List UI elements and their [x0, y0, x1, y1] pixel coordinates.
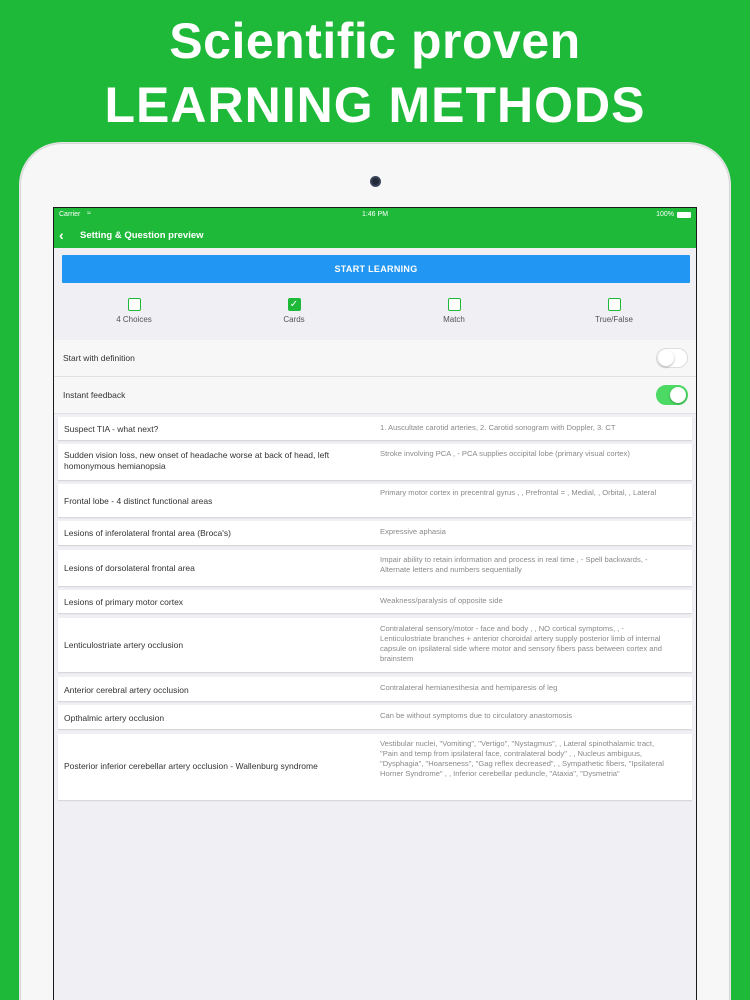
mode-label: Cards	[283, 315, 305, 324]
card-definition: Contralateral sensory/motor - face and b…	[380, 624, 662, 663]
checkbox-cards[interactable]: ✓	[287, 298, 301, 311]
mode-4-choices[interactable]: 4 Choices	[74, 298, 194, 324]
checkbox-match[interactable]	[447, 298, 461, 311]
app-screen: Carrier ≈ 1:46 PM 100% ‹ Setting & Quest…	[53, 207, 697, 1000]
nav-bar: ‹ Setting & Question preview	[54, 223, 696, 248]
list-item[interactable]: Frontal lobe - 4 distinct functional are…	[58, 484, 692, 517]
mode-match[interactable]: Match	[394, 298, 514, 324]
list-item[interactable]: Sudden vision loss, new onset of headach…	[58, 444, 692, 480]
card-term: Anterior cerebral artery occlusion	[64, 685, 189, 695]
card-definition: Weakness/paralysis of opposite side	[380, 596, 503, 605]
mode-true-false[interactable]: True/False	[554, 298, 674, 324]
checkbox-4-choices[interactable]	[127, 298, 141, 311]
list-item[interactable]: Lesions of inferolateral frontal area (B…	[58, 521, 692, 545]
card-definition: 1. Auscultate carotid arteries, 2. Carot…	[380, 423, 616, 432]
list-item[interactable]: Lesions of dorsolateral frontal area Imp…	[58, 550, 692, 586]
status-time: 1:46 PM	[361, 211, 389, 218]
card-definition: Can be without symptoms due to circulato…	[380, 711, 573, 720]
card-term: Opthalmic artery occlusion	[64, 713, 165, 723]
card-term: Frontal lobe - 4 distinct functional are…	[64, 496, 213, 506]
card-definition: Expressive aphasia	[380, 527, 446, 536]
card-term: Lesions of primary motor cortex	[64, 597, 184, 607]
card-definition: Vestibular nuclei, "Vomiting", "Vertigo"…	[380, 739, 664, 778]
mode-label: 4 Choices	[116, 315, 152, 324]
status-bar: Carrier ≈ 1:46 PM 100%	[54, 208, 696, 223]
mode-selector: 4 Choices ✓ Cards Match True/False	[54, 298, 696, 338]
page-title: Setting & Question preview	[80, 230, 204, 241]
setting-label: Instant feedback	[63, 390, 126, 400]
chevron-left-icon[interactable]: ‹	[59, 227, 73, 243]
mode-cards[interactable]: ✓ Cards	[234, 298, 354, 324]
list-item[interactable]: Suspect TIA - what next? 1. Auscultate c…	[58, 417, 692, 440]
battery-percent: 100%	[656, 211, 674, 218]
card-term: Posterior inferior cerebellar artery occ…	[64, 761, 318, 771]
setting-label: Start with definition	[63, 353, 135, 363]
card-term: Lesions of inferolateral frontal area (B…	[64, 528, 231, 538]
card-definition: Impair ability to retain information and…	[380, 555, 648, 574]
headline-line-1: Scientific proven	[169, 13, 581, 69]
start-with-definition-toggle[interactable]	[656, 348, 688, 368]
card-term: Lenticulostriate artery occlusion	[64, 640, 184, 650]
card-definition: Primary motor cortex in precentral gyrus…	[380, 488, 657, 497]
card-definition: Contralateral hemianesthesia and hemipar…	[380, 683, 558, 692]
mode-label: True/False	[595, 315, 633, 324]
card-term: Lesions of dorsolateral frontal area	[64, 563, 195, 573]
mode-label: Match	[443, 315, 465, 324]
list-item[interactable]: Lenticulostriate artery occlusion Contra…	[58, 618, 692, 672]
card-term: Suspect TIA - what next?	[64, 424, 159, 434]
headline-line-2: LEARNING METHODS	[104, 77, 646, 133]
list-item[interactable]: Opthalmic artery occlusion Can be withou…	[58, 705, 692, 729]
checkbox-true-false[interactable]	[607, 298, 621, 311]
tablet-frame: Carrier ≈ 1:46 PM 100% ‹ Setting & Quest…	[20, 143, 730, 1000]
card-definition: Stroke involving PCA , - PCA supplies oc…	[380, 449, 630, 458]
start-learning-button[interactable]: START LEARNING	[62, 255, 690, 283]
list-item[interactable]: Lesions of primary motor cortex Weakness…	[58, 590, 692, 613]
list-item[interactable]: Anterior cerebral artery occlusion Contr…	[58, 677, 692, 701]
camera-icon	[370, 176, 381, 187]
instant-feedback-toggle[interactable]	[656, 385, 688, 405]
list-item[interactable]: Posterior inferior cerebellar artery occ…	[58, 734, 692, 800]
setting-instant-feedback: Instant feedback	[54, 377, 696, 414]
card-term: Sudden vision loss, new onset of headach…	[64, 450, 330, 471]
battery-icon	[677, 212, 691, 218]
setting-start-with-definition: Start with definition	[54, 340, 696, 377]
